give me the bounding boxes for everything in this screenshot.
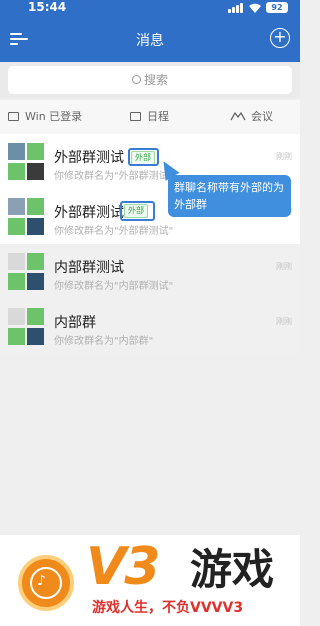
chat-row-internal-1[interactable]: 内部群测试 你修改群名为"内部群测试" 刚刚 [0, 244, 300, 299]
meeting-icon [230, 111, 246, 121]
annotation-callout: 群聊名称带有外部的为外部群 [168, 175, 291, 217]
quick-schedule[interactable]: 日程 [130, 110, 169, 124]
site-watermark: ♪ V3 游戏 游戏人生，不负VVVV3 [0, 535, 300, 626]
quick-win-login[interactable]: Win 已登录 [8, 110, 82, 124]
search-bar: 搜索 [0, 62, 300, 98]
calendar-icon [130, 112, 141, 121]
chat-time: 刚刚 [276, 152, 292, 161]
chat-name: 内部群测试 [54, 260, 124, 276]
quick-label: 会议 [251, 110, 273, 123]
quick-label: 日程 [147, 110, 169, 123]
search-input[interactable]: 搜索 [8, 66, 292, 94]
chat-time: 刚刚 [276, 262, 292, 271]
chat-preview: 你修改群名为"内部群" [54, 336, 154, 347]
nav-bar: 消息 + [0, 16, 300, 62]
chat-name: 外部群测试 [54, 205, 124, 221]
chat-preview: 你修改群名为"外部群测试" [54, 171, 174, 182]
add-icon[interactable]: + [270, 28, 290, 48]
group-avatar [8, 253, 44, 290]
monitor-icon [8, 112, 19, 121]
chat-time: 刚刚 [276, 317, 292, 326]
quick-label: Win 已登录 [25, 110, 83, 123]
search-placeholder: 搜索 [143, 73, 168, 87]
battery-icon: 92 [266, 2, 288, 13]
status-bar: 15:44 92 [0, 0, 300, 16]
chat-preview: 你修改群名为"内部群测试" [54, 281, 174, 292]
group-avatar [8, 143, 44, 180]
signal-icon [228, 3, 244, 13]
brand-name: V3 [86, 537, 160, 597]
search-icon [131, 75, 141, 84]
brand-logo-icon: ♪ [18, 555, 74, 611]
chat-row-internal-2[interactable]: 内部群 你修改群名为"内部群" 刚刚 [0, 299, 300, 354]
chat-name: 内部群 [54, 315, 96, 331]
group-avatar [8, 198, 44, 235]
wifi-icon [249, 3, 261, 13]
quick-meeting[interactable]: 会议 [230, 110, 273, 124]
brand-name-cn: 游戏 [190, 545, 275, 594]
group-avatar [8, 308, 44, 345]
quick-actions: Win 已登录 日程 会议 [0, 100, 300, 134]
brand-slogan: 游戏人生，不负VVVV3 [92, 600, 244, 616]
status-time: 15:44 [28, 0, 67, 14]
tag-highlight-box [120, 201, 155, 221]
tag-highlight-box [128, 148, 159, 166]
chat-preview: 你修改群名为"外部群测试" [54, 226, 174, 237]
page-title: 消息 [136, 33, 164, 49]
chat-name: 外部群测试 [54, 150, 124, 166]
